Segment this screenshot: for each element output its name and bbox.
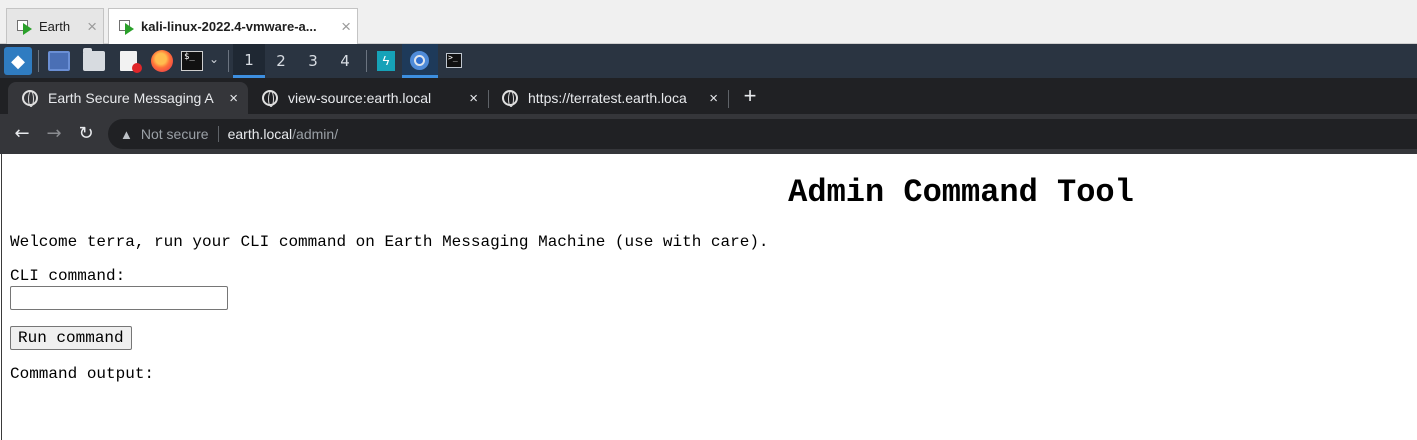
globe-icon [22, 90, 38, 107]
vm-tab-earth[interactable]: Earth × [6, 8, 104, 44]
back-arrow-icon[interactable]: ← [10, 122, 34, 146]
globe-icon [502, 90, 518, 107]
tab-title: https://terratest.earth.loca [528, 90, 687, 106]
page-title: Admin Command Tool [788, 174, 1134, 211]
file-manager-icon[interactable] [83, 48, 105, 71]
bolt-app-icon[interactable]: ϟ [377, 51, 395, 71]
workspace-3[interactable]: 3 [297, 44, 329, 78]
warning-icon[interactable]: ▲ [120, 127, 133, 142]
cli-command-input[interactable] [10, 286, 228, 310]
panel-separator [38, 50, 39, 72]
vm-icon [17, 19, 33, 35]
kali-menu-icon[interactable]: ◆ [4, 47, 32, 75]
panel-separator [366, 50, 367, 72]
globe-icon [262, 90, 278, 107]
workspace-4[interactable]: 4 [329, 44, 361, 78]
close-icon[interactable]: × [341, 17, 351, 37]
vm-tab-strip: Earth × kali-linux-2022.4-vmware-a... × [0, 0, 1417, 44]
close-icon[interactable]: × [469, 90, 478, 107]
panel-separator [228, 50, 229, 72]
browser-tab-strip: Earth Secure Messaging A × view-source:e… [0, 78, 1417, 114]
chrome-icon [410, 51, 429, 70]
show-desktop-icon[interactable] [48, 51, 70, 71]
tab-separator [728, 90, 729, 108]
close-icon[interactable]: × [87, 17, 97, 37]
vm-tab-kali[interactable]: kali-linux-2022.4-vmware-a... × [108, 8, 358, 44]
run-command-button[interactable]: Run command [10, 326, 132, 350]
vm-tab-label: Earth [39, 19, 71, 34]
welcome-text: Welcome terra, run your CLI command on E… [10, 233, 769, 251]
omnibox-divider [217, 126, 219, 142]
text-editor-icon[interactable] [120, 51, 142, 73]
browser-tab-earth-messaging[interactable]: Earth Secure Messaging A × [8, 82, 248, 114]
close-icon[interactable]: × [709, 90, 718, 107]
terminal-icon[interactable]: $_ [181, 51, 203, 71]
address-bar[interactable]: ▲ Not secure earth.local/admin/ [108, 119, 1417, 149]
chevron-down-icon[interactable]: ⌄ [209, 52, 219, 66]
reload-icon[interactable]: ↻ [74, 122, 98, 146]
kali-panel: ◆ $_ ⌄ 1 2 3 4 ϟ >_ [0, 44, 1417, 78]
command-output-label: Command output: [10, 365, 155, 383]
tab-title: Earth Secure Messaging A [48, 90, 214, 106]
page-content: Admin Command Tool Welcome terra, run yo… [1, 154, 1417, 440]
workspace-1[interactable]: 1 [233, 44, 265, 78]
vm-icon [119, 19, 135, 35]
forward-arrow-icon[interactable]: → [42, 122, 66, 146]
cli-command-label: CLI command: [10, 267, 126, 285]
url-host: earth.local [227, 126, 293, 142]
firefox-icon[interactable] [151, 50, 173, 72]
workspace-2[interactable]: 2 [265, 44, 297, 78]
close-icon[interactable]: × [229, 90, 238, 107]
security-label[interactable]: Not secure [141, 126, 209, 142]
browser-toolbar: ← → ↻ ▲ Not secure earth.local/admin/ [0, 114, 1417, 154]
browser-tab-view-source[interactable]: view-source:earth.local × [248, 82, 488, 114]
browser-tab-terratest[interactable]: https://terratest.earth.loca × [488, 82, 728, 114]
tab-title: view-source:earth.local [288, 90, 432, 106]
url-path: /admin/ [292, 126, 339, 142]
vm-tab-label: kali-linux-2022.4-vmware-a... [141, 19, 317, 34]
chrome-window-button[interactable] [402, 44, 438, 78]
new-tab-button[interactable]: + [738, 84, 762, 108]
terminal-window-icon[interactable]: >_ [446, 53, 462, 68]
